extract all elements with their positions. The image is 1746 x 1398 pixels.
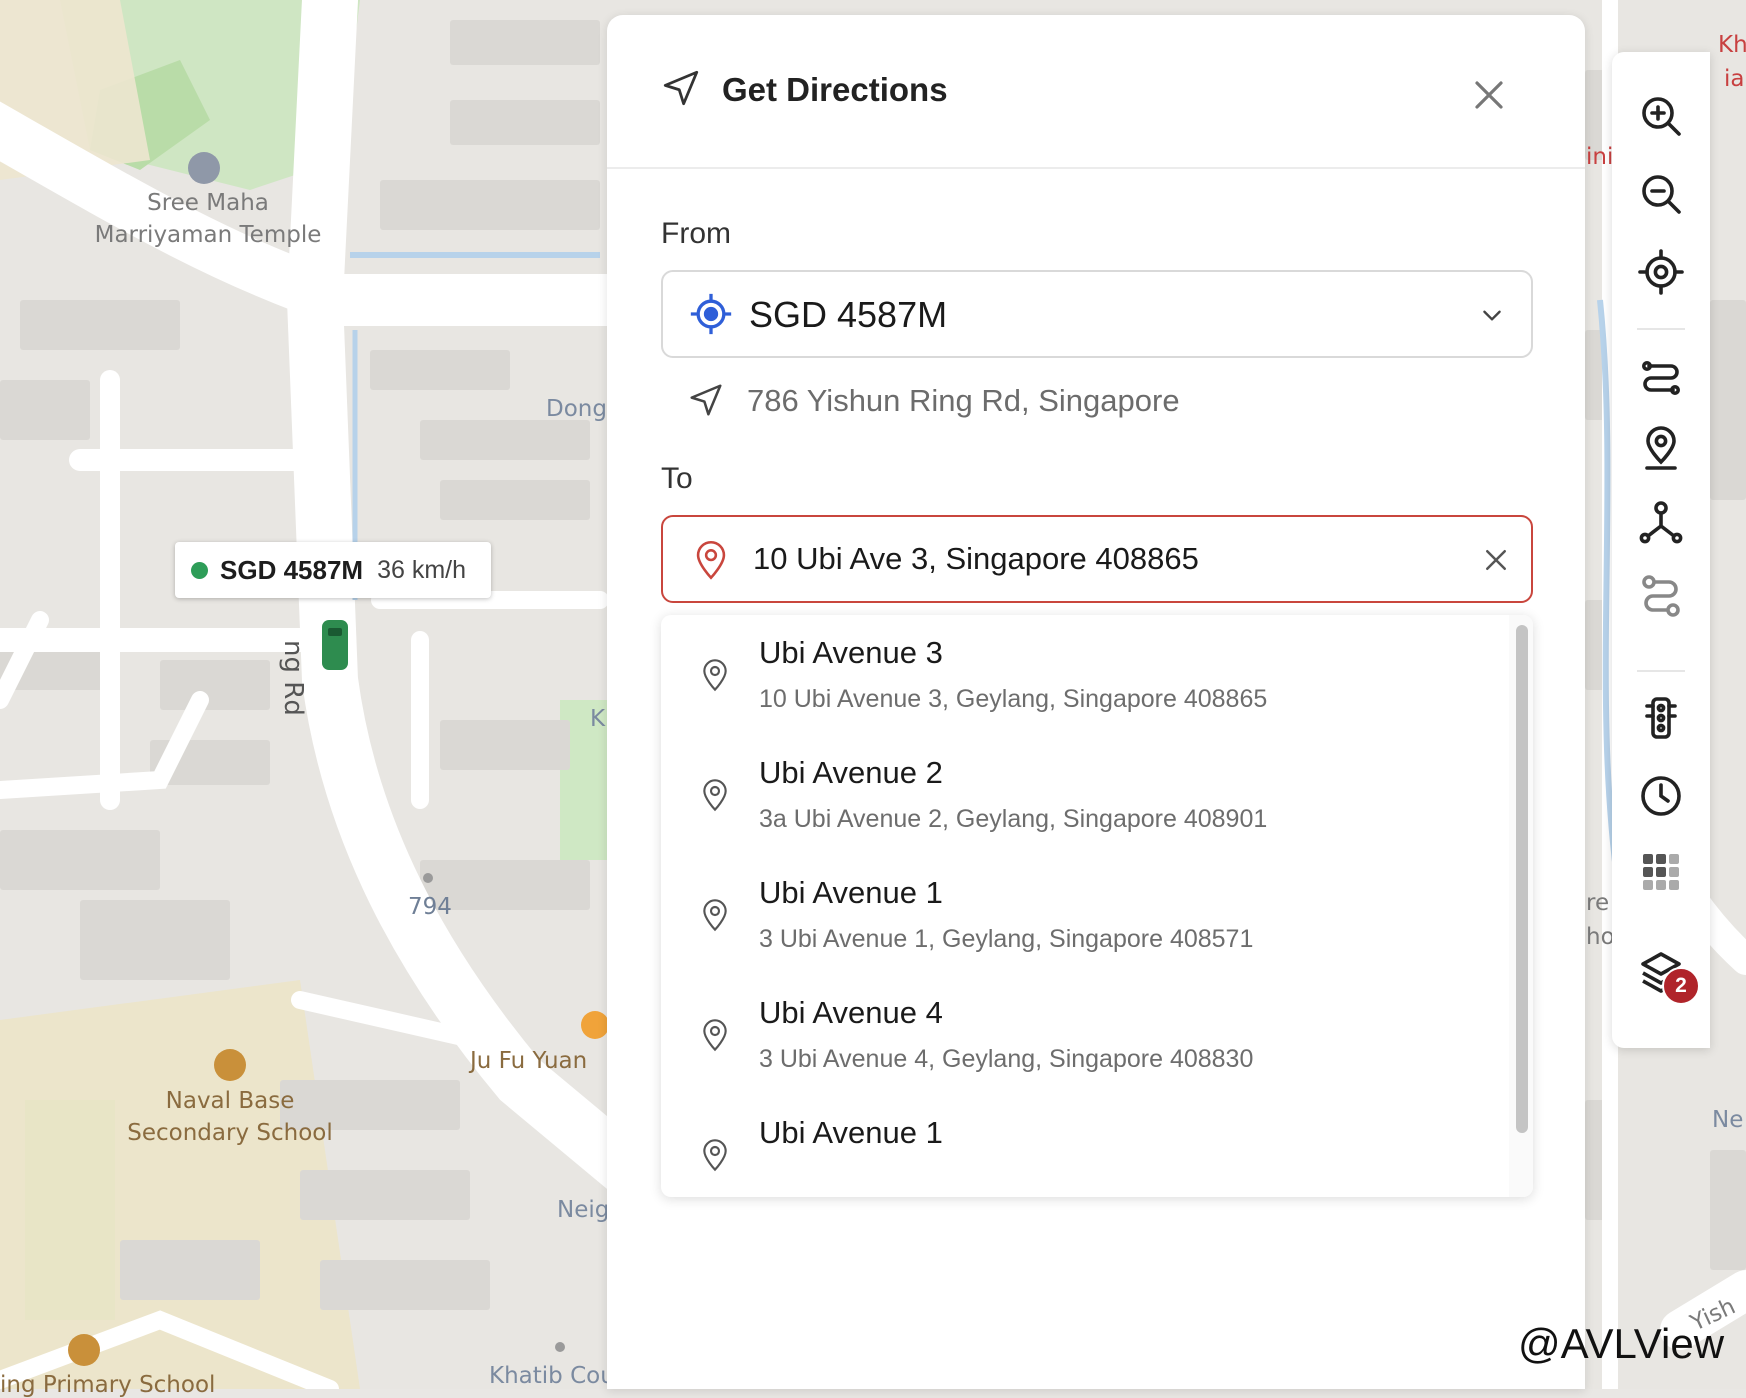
clear-input-icon[interactable] bbox=[1481, 545, 1511, 575]
primary-school-poi-icon bbox=[68, 1334, 100, 1366]
to-destination-field[interactable] bbox=[661, 515, 1533, 603]
watermark: @AVLView bbox=[1518, 1320, 1725, 1367]
history-clock-icon[interactable] bbox=[1637, 772, 1685, 820]
primary-school-label: ing Primary School bbox=[0, 1372, 216, 1398]
map-label-ini: ini bbox=[1586, 144, 1614, 170]
suggestions-scrollbar-thumb[interactable] bbox=[1516, 625, 1528, 1133]
directions-panel: Get Directions From SGD 4587M 786 Yishun… bbox=[607, 15, 1585, 1389]
map-pin-icon bbox=[703, 1019, 727, 1052]
suggestion-item[interactable]: Ubi Avenue 1 3 Ubi Avenue 1, Geylang, Si… bbox=[661, 855, 1501, 975]
map-label-ia: ia bbox=[1724, 66, 1745, 92]
place-pin-icon[interactable] bbox=[1637, 424, 1685, 472]
waypoints-icon[interactable] bbox=[1637, 498, 1685, 546]
zoom-in-icon[interactable] bbox=[1637, 92, 1685, 140]
panel-header: Get Directions bbox=[607, 15, 1585, 169]
suggestion-address: 3 Ubi Avenue 1, Geylang, Singapore 40857… bbox=[759, 925, 1254, 953]
zoom-out-icon[interactable] bbox=[1637, 170, 1685, 218]
location-arrow-icon bbox=[690, 384, 722, 416]
map-label-khatib: Khatib Cou bbox=[489, 1363, 615, 1389]
suggestion-address: 3a Ubi Avenue 2, Geylang, Singapore 4089… bbox=[759, 805, 1268, 833]
street-label-ring-rd: ng Rd bbox=[278, 640, 308, 716]
panel-title: Get Directions bbox=[722, 71, 948, 108]
from-selected-value: SGD 4587M bbox=[749, 294, 948, 335]
from-label: From bbox=[661, 217, 731, 250]
route-icon[interactable] bbox=[1637, 352, 1685, 400]
suggestions-dropdown[interactable]: Ubi Avenue 3 10 Ubi Avenue 3, Geylang, S… bbox=[661, 615, 1533, 1197]
suggestion-address: 10 Ubi Avenue 3, Geylang, Singapore 4088… bbox=[759, 685, 1268, 713]
locate-icon[interactable] bbox=[1637, 248, 1685, 296]
suggestion-name: Ubi Avenue 1 bbox=[759, 1115, 943, 1150]
suggestion-name: Ubi Avenue 4 bbox=[759, 995, 943, 1030]
map-label-ne: Ne bbox=[1712, 1107, 1744, 1133]
from-vehicle-select[interactable]: SGD 4587M bbox=[661, 270, 1533, 358]
vehicle-status-dot bbox=[191, 561, 208, 579]
from-address-text: 786 Yishun Ring Rd, Singapore bbox=[747, 383, 1180, 418]
suggestion-item[interactable]: Ubi Avenue 4 3 Ubi Avenue 4, Geylang, Si… bbox=[661, 975, 1501, 1095]
vehicle-tooltip[interactable]: SGD 4587M 36 km/h bbox=[175, 542, 491, 598]
route-path-icon[interactable] bbox=[1637, 572, 1685, 620]
map-label-re: re bbox=[1586, 890, 1610, 916]
toolbar-divider bbox=[1637, 670, 1685, 672]
traffic-light-icon[interactable] bbox=[1637, 694, 1685, 742]
map-pin-icon bbox=[703, 659, 727, 692]
layers-count-badge: 2 bbox=[1662, 967, 1700, 1005]
suggestion-name: Ubi Avenue 1 bbox=[759, 875, 943, 910]
toolbar-divider bbox=[1637, 328, 1685, 330]
grid-icon[interactable] bbox=[1637, 848, 1685, 896]
map-label-ho: ho bbox=[1586, 924, 1615, 950]
suggestion-item[interactable]: Ubi Avenue 3 10 Ubi Avenue 3, Geylang, S… bbox=[661, 615, 1501, 735]
map-label-k: K bbox=[590, 706, 606, 732]
map-label-neig: Neig bbox=[557, 1197, 610, 1223]
map-pin-icon bbox=[703, 899, 727, 932]
suggestion-item[interactable]: Ubi Avenue 1 bbox=[661, 1095, 1501, 1197]
navigation-arrow-icon bbox=[663, 70, 699, 106]
temple-label: Sree Maha Marriyaman Temple bbox=[94, 190, 322, 248]
to-destination-input[interactable] bbox=[753, 535, 1453, 583]
temple-poi-icon bbox=[188, 152, 220, 184]
block-number-label: 794 bbox=[408, 894, 452, 920]
school-label: Naval Base Secondary School bbox=[127, 1088, 333, 1146]
map-pin-icon bbox=[696, 540, 726, 580]
to-label: To bbox=[661, 462, 693, 495]
vehicle-plate: SGD 4587M bbox=[220, 554, 364, 585]
suggestion-name: Ubi Avenue 3 bbox=[759, 635, 943, 670]
map-label-dong: Dong bbox=[546, 396, 607, 422]
restaurant-label: Ju Fu Yuan bbox=[470, 1048, 588, 1074]
map-pin-icon bbox=[703, 1139, 727, 1172]
suggestion-name: Ubi Avenue 2 bbox=[759, 755, 943, 790]
suggestion-address: 3 Ubi Avenue 4, Geylang, Singapore 40883… bbox=[759, 1045, 1254, 1073]
map-pin-icon bbox=[703, 779, 727, 812]
restaurant-poi-icon bbox=[581, 1011, 609, 1039]
suggestion-item[interactable]: Ubi Avenue 2 3a Ubi Avenue 2, Geylang, S… bbox=[661, 735, 1501, 855]
school-poi-icon bbox=[214, 1049, 246, 1081]
vehicle-marker[interactable] bbox=[322, 620, 348, 670]
map-toolbar: 2 bbox=[1612, 52, 1710, 1048]
vehicle-speed: 36 km/h bbox=[377, 555, 467, 584]
map-label-kh: Kh bbox=[1718, 32, 1746, 58]
chevron-down-icon[interactable] bbox=[1479, 302, 1505, 328]
close-icon[interactable] bbox=[1465, 71, 1513, 119]
target-location-icon bbox=[690, 293, 732, 335]
